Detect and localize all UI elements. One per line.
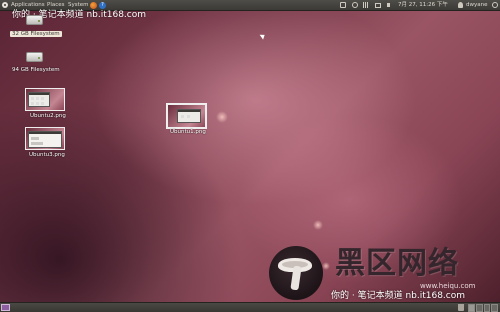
image-thumbnail[interactable] [166, 103, 207, 129]
image-thumbnail[interactable] [25, 88, 65, 111]
signal-icon[interactable] [363, 2, 369, 8]
trash-icon[interactable] [458, 304, 464, 311]
watermark-mushroom-logo-icon [269, 246, 323, 300]
show-desktop-icon[interactable] [1, 304, 10, 311]
power-icon[interactable] [492, 2, 498, 8]
desktop[interactable]: Applications Places System ? 7月 27, 11:2… [0, 0, 500, 312]
network-icon[interactable] [352, 2, 358, 8]
desktop-icon-label[interactable]: Ubuntu3.png [29, 152, 65, 158]
workspace-1[interactable] [468, 304, 475, 312]
workspace-4[interactable] [491, 304, 498, 312]
watermark-url: www.heiqu.com [420, 282, 476, 290]
volume-icon[interactable] [387, 3, 392, 7]
user-name[interactable]: dwyane [466, 0, 487, 10]
ubuntu-logo-icon[interactable] [2, 2, 8, 8]
firefox-icon[interactable] [90, 1, 97, 9]
workspace-2[interactable] [475, 304, 483, 312]
workspace-switcher[interactable] [468, 304, 498, 312]
light-glow [216, 111, 228, 123]
desktop-icon-label[interactable]: 32 GB Filesystem [10, 31, 62, 37]
drive-icon[interactable] [26, 15, 43, 25]
desktop-icon-label[interactable]: Ubuntu2.png [30, 113, 66, 119]
bottom-panel [0, 302, 500, 312]
caption-bottom: 你的 · 笔记本频道 nb.it168.com [331, 291, 466, 301]
mail-icon[interactable] [375, 2, 381, 8]
drive-icon[interactable] [26, 52, 43, 62]
light-glow [322, 262, 330, 270]
keyboard-icon[interactable] [340, 2, 346, 8]
image-thumbnail[interactable] [25, 127, 65, 150]
user-icon [458, 2, 463, 8]
mouse-cursor-icon [259, 32, 267, 40]
workspace-3[interactable] [483, 304, 491, 312]
watermark-brand: 黑区网络 [335, 246, 459, 281]
clock[interactable]: 7月 27, 11:26 下午 [398, 0, 448, 10]
light-glow [313, 220, 323, 230]
desktop-icon-label[interactable]: Ubuntu1.png [170, 129, 206, 135]
desktop-icon-label[interactable]: 94 GB Filesystem [12, 67, 60, 73]
help-icon[interactable]: ? [99, 1, 106, 9]
